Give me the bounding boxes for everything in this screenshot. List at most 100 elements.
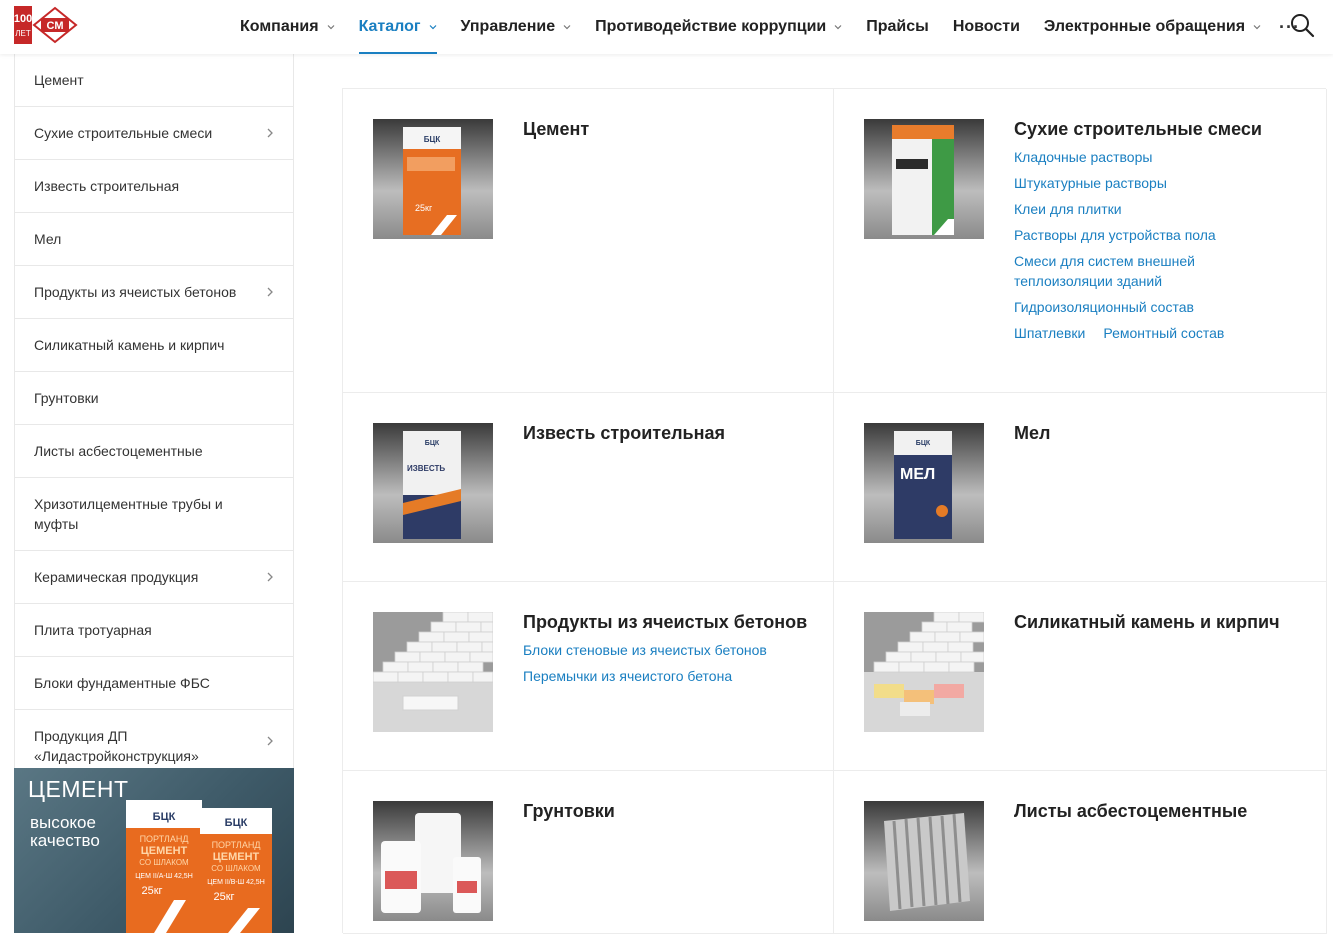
sidebar-item-label: Продукты из ячеистых бетонов xyxy=(34,284,237,300)
nav-label: Компания xyxy=(240,18,319,35)
svg-text:ЛЕТ: ЛЕТ xyxy=(15,29,31,38)
bag-brand-text: БЦК xyxy=(425,440,440,447)
svg-text:СМ: СМ xyxy=(47,20,64,32)
sidebar-item-label: Хризотилцементные трубы и муфты xyxy=(34,496,223,532)
corrugated-sheets-image[interactable] xyxy=(864,801,984,921)
sidebar-item-primers[interactable]: Грунтовки xyxy=(15,372,293,425)
catalog-sidebar: Цемент Сухие строительные смеси Известь … xyxy=(14,54,294,783)
sidebar-item-fbs-blocks[interactable]: Блоки фундаментные ФБС xyxy=(15,657,293,710)
aerated-blocks-image[interactable] xyxy=(373,612,493,732)
cement-bag-image[interactable]: БЦК 25кг xyxy=(373,119,493,239)
chevron-down-icon xyxy=(834,25,842,30)
nav-label: Прайсы xyxy=(866,18,929,35)
sidebar-item-label: Грунтовки xyxy=(34,390,99,406)
sidebar-item-asbestos-sheets[interactable]: Листы асбестоцементные xyxy=(15,425,293,478)
sidebar-item-chrysotile-pipes[interactable]: Хризотилцементные трубы и муфты xyxy=(15,478,293,551)
sidebar-item-label: Блоки фундаментные ФБС xyxy=(34,675,210,691)
bag-text: ЦЕМЕНТ xyxy=(213,851,260,863)
catalog-card-asbestos-sheets: Листы асбестоцементные xyxy=(834,771,1327,934)
chalk-bag-image[interactable]: МЕЛ БЦК xyxy=(864,423,984,543)
catalog-card-title[interactable]: Мел xyxy=(1014,423,1050,444)
subcategory-links: Блоки стеновые из ячеистых бетонов Перем… xyxy=(523,640,813,692)
subcategory-link[interactable]: Клеи для плитки xyxy=(1014,199,1254,219)
subcategory-link[interactable]: Растворы для устройства пола xyxy=(1014,225,1254,245)
sidebar-item-cement[interactable]: Цемент xyxy=(15,54,293,107)
catalog-card-title[interactable]: Продукты из ячеистых бетонов xyxy=(523,612,807,633)
chevron-right-icon xyxy=(267,736,273,746)
catalog-card-title[interactable]: Силикатный камень и кирпич xyxy=(1014,612,1280,633)
sidebar-item-silicate[interactable]: Силикатный камень и кирпич xyxy=(15,319,293,372)
catalog-card-title[interactable]: Цемент xyxy=(523,119,589,140)
catalog-card-title[interactable]: Сухие строительные смеси xyxy=(1014,119,1262,140)
silicate-bricks-image[interactable] xyxy=(864,612,984,732)
sidebar-item-label: Силикатный камень и кирпич xyxy=(34,337,225,353)
nav-company[interactable]: Компания xyxy=(240,0,335,54)
catalog-card-cement: БЦК 25кг Цемент xyxy=(343,89,834,393)
lime-bag-image[interactable]: ИЗВЕСТЬ БЦК xyxy=(373,423,493,543)
catalog-card-title[interactable]: Грунтовки xyxy=(523,801,615,822)
bag-brand-text: БЦК xyxy=(153,811,176,823)
subcategory-link[interactable]: Шпатлевки xyxy=(1014,323,1085,343)
dry-mix-bag-image[interactable] xyxy=(864,119,984,239)
main-nav: Компания Каталог Управление Противодейст… xyxy=(240,0,1300,54)
sidebar-item-aerated-concrete[interactable]: Продукты из ячеистых бетонов xyxy=(15,266,293,319)
cement-bags-image: БЦК БЦК ПОРТЛАНД ЦЕМЕНТ СО ШЛАКОМ ЦЕМ II… xyxy=(126,800,272,933)
nav-label: Управление xyxy=(460,18,556,35)
company-logo[interactable]: 100 ЛЕТ СМ xyxy=(14,6,78,44)
subcategory-link[interactable]: Кладочные растворы xyxy=(1014,147,1254,167)
bag-text: 25кг xyxy=(213,891,234,903)
catalog-grid: БЦК 25кг Цемент Сухие строительные смеси… xyxy=(342,88,1327,934)
catalog-card-aerated-concrete: Продукты из ячеистых бетонов Блоки стено… xyxy=(343,582,834,771)
sidebar-item-label: Известь строительная xyxy=(34,178,180,194)
nav-catalog[interactable]: Каталог xyxy=(358,0,437,54)
sidebar-item-label: Мел xyxy=(34,231,62,247)
bag-label-text: МЕЛ xyxy=(900,466,935,483)
svg-text:100: 100 xyxy=(14,13,32,25)
sidebar-item-paving[interactable]: Плита тротуарная xyxy=(15,604,293,657)
catalog-card-chalk: МЕЛ БЦК Мел xyxy=(834,393,1327,582)
nav-e-appeals[interactable]: Электронные обращения xyxy=(1044,0,1261,54)
bag-text: ЦЕМ II/А-Ш 42,5Н xyxy=(135,873,193,880)
nav-news[interactable]: Новости xyxy=(953,0,1020,54)
bag-text: ПОРТЛАНД xyxy=(140,834,189,844)
bag-brand-text: БЦК xyxy=(916,440,931,447)
site-header: 100 ЛЕТ СМ Компания Каталог Управление П… xyxy=(0,0,1333,54)
subcategory-link[interactable]: Перемычки из ячеистого бетона xyxy=(523,666,813,686)
chevron-right-icon xyxy=(267,572,273,582)
sidebar-item-ceramics[interactable]: Керамическая продукция xyxy=(15,551,293,604)
bag-weight-text: 25кг xyxy=(415,203,433,213)
chevron-down-icon xyxy=(563,25,571,30)
cement-promo-banner[interactable]: ЦЕМЕНТ высокое качество БЦК БЦК ПОРТЛАНД… xyxy=(14,768,294,933)
sidebar-item-label: Керамическая продукция xyxy=(34,569,199,585)
catalog-card-title[interactable]: Листы асбестоцементные xyxy=(1014,801,1247,822)
nav-prices[interactable]: Прайсы xyxy=(866,0,929,54)
catalog-card-primers: Грунтовки xyxy=(343,771,834,934)
sidebar-item-label: Сухие строительные смеси xyxy=(34,125,213,141)
nav-anticorruption[interactable]: Противодействие коррупции xyxy=(595,0,842,54)
nav-label: Каталог xyxy=(358,18,421,35)
bag-label-text: ИЗВЕСТЬ xyxy=(407,464,445,473)
sidebar-item-chalk[interactable]: Мел xyxy=(15,213,293,266)
chevron-down-icon xyxy=(327,25,334,30)
primer-cans-image[interactable] xyxy=(373,801,493,921)
sidebar-item-label: Плита тротуарная xyxy=(34,622,152,638)
bag-text: ЦЕМЕНТ xyxy=(141,845,188,857)
subcategory-link[interactable]: Гидроизоляционный состав xyxy=(1014,297,1254,317)
bag-brand-text: БЦК xyxy=(225,817,248,829)
chevron-down-icon xyxy=(1253,25,1261,30)
subcategory-link[interactable]: Штукатурные растворы xyxy=(1014,173,1254,193)
nav-management[interactable]: Управление xyxy=(461,0,572,54)
sidebar-item-label: Цемент xyxy=(34,72,84,88)
bag-text: ПОРТЛАНД xyxy=(212,840,261,850)
subcategory-link[interactable]: Блоки стеновые из ячеистых бетонов xyxy=(523,640,813,660)
subcategory-link[interactable]: Ремонтный состав xyxy=(1103,323,1224,343)
catalog-card-title[interactable]: Известь строительная xyxy=(523,423,725,444)
chevron-right-icon xyxy=(267,287,273,297)
nav-label: Противодействие коррупции xyxy=(595,18,827,35)
sidebar-item-dry-mixes[interactable]: Сухие строительные смеси xyxy=(15,107,293,160)
search-icon[interactable] xyxy=(1288,11,1316,39)
nav-label: Новости xyxy=(952,18,1020,35)
sidebar-item-lime[interactable]: Известь строительная xyxy=(15,160,293,213)
catalog-card-dry-mixes: Сухие строительные смеси Кладочные раств… xyxy=(834,89,1327,393)
subcategory-link[interactable]: Смеси для систем внешней теплоизоляции з… xyxy=(1014,251,1254,291)
